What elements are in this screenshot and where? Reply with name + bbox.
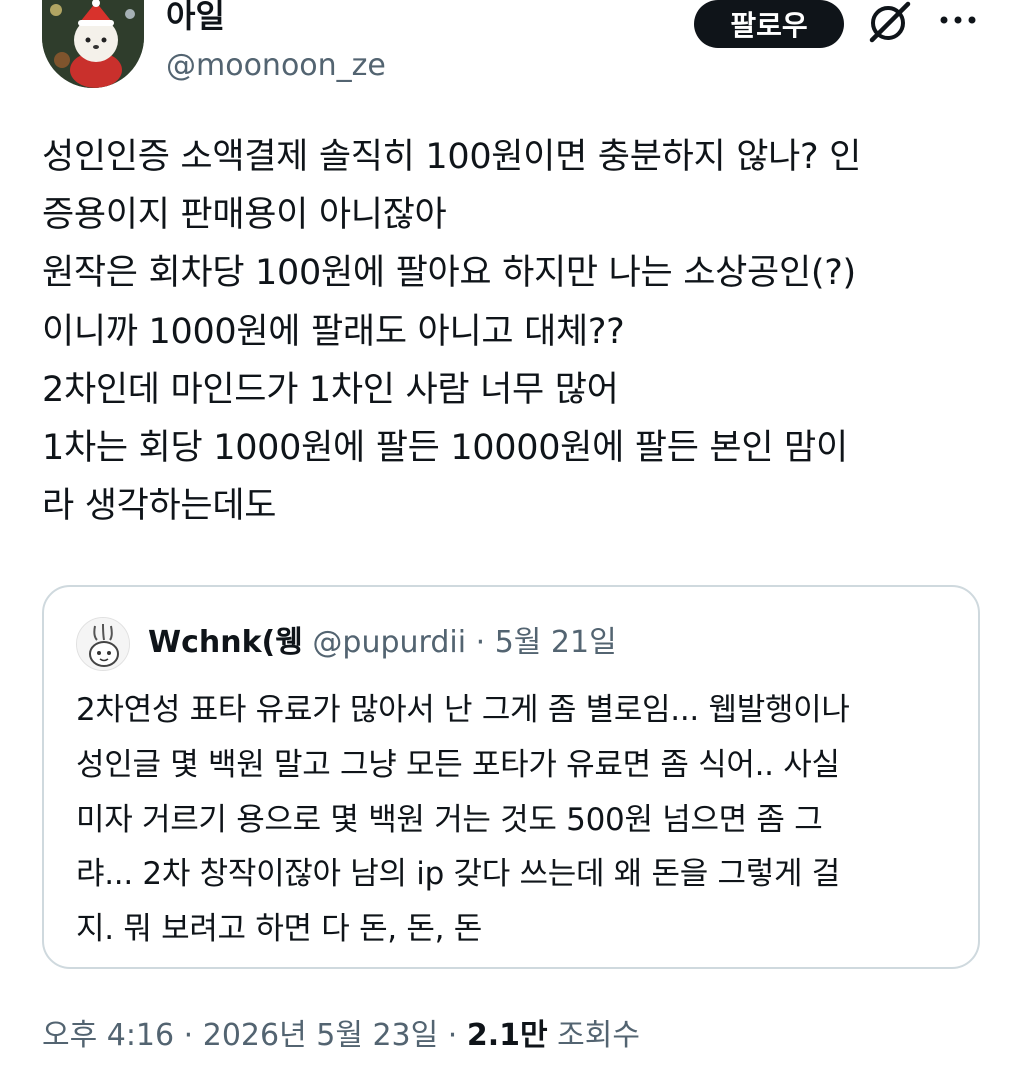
quoted-line: 지. 뭐 보려고 하면 다 돈, 돈, 돈 [76, 911, 482, 948]
tweet-meta: 오후 4:16 · 2026년 5월 23일 · 2.1만 조회수 [42, 1014, 640, 1058]
author-name[interactable]: 아일 [166, 0, 225, 38]
quoted-line: 2차연성 표타 유료가 많아서 난 그게 좀 별로임... 웹발행이나 [76, 692, 850, 728]
quoted-avatar-image [77, 618, 129, 670]
quoted-header: Wchnk(웽 @pupurdii · 5월 21일 [148, 623, 617, 663]
tweet-line: 증용이지 판매용이 아니잖아 [42, 195, 447, 236]
author-handle[interactable]: @moonoon_ze [166, 46, 386, 86]
quoted-line: 성인글 몇 백원 말고 그냥 모든 포타가 유료면 좀 식어.. 사실 [76, 746, 840, 783]
tweet-text: 성인인증 소액결제 솔직히 100원이면 충분하지 않나? 인 증용이지 판매용… [42, 128, 1002, 535]
quoted-line: 랴... 2차 창작이잖아 남의 ip 갖다 쓰는데 왜 돈을 그렇게 걸 [76, 856, 840, 893]
views-count: 2.1만 [466, 1018, 548, 1053]
tweet-line: 2차인데 마인드가 1차인 사람 너무 많어 [42, 369, 619, 410]
avatar-image [42, 0, 144, 88]
tweet-line: 성인인증 소액결제 솔직히 100원이면 충분하지 않나? 인 [42, 137, 862, 177]
separator: · [475, 625, 486, 660]
more-icon[interactable] [938, 8, 978, 32]
quoted-author-name: Wchnk(웽 [148, 625, 303, 660]
tweet-line: 1차는 회당 1000원에 팔든 10000원에 팔든 본인 맘이 [42, 428, 848, 469]
quoted-author-handle: @pupurdii [312, 625, 467, 660]
tweet-line: 원작은 회차당 100원에 팔아요 하지만 나는 소상공인(?) [42, 253, 856, 294]
quoted-date: 5월 21일 [494, 625, 617, 660]
grok-icon[interactable] [866, 0, 914, 44]
tweet-time[interactable]: 오후 4:16 [42, 1018, 174, 1053]
quoted-line: 미자 거르기 용으로 몇 백원 거는 것도 500원 넘으면 좀 그 [76, 801, 823, 838]
follow-button[interactable]: 팔로우 [694, 0, 844, 48]
quoted-text: 2차연성 표타 유료가 많아서 난 그게 좀 별로임... 웹발행이나 성인글 … [76, 683, 956, 957]
author-avatar[interactable] [42, 0, 144, 88]
quoted-author-avatar[interactable] [76, 617, 130, 671]
tweet-date[interactable]: 2026년 5월 23일 [203, 1018, 438, 1053]
separator: · [183, 1018, 194, 1053]
tweet-line: 이니까 1000원에 팔래도 아니고 대체?? [42, 311, 625, 352]
quoted-tweet[interactable]: Wchnk(웽 @pupurdii · 5월 21일 2차연성 표타 유료가 많… [42, 585, 980, 969]
tweet-line: 라 생각하는데도 [42, 486, 277, 527]
separator: · [447, 1018, 458, 1053]
views-label: 조회수 [557, 1018, 640, 1053]
